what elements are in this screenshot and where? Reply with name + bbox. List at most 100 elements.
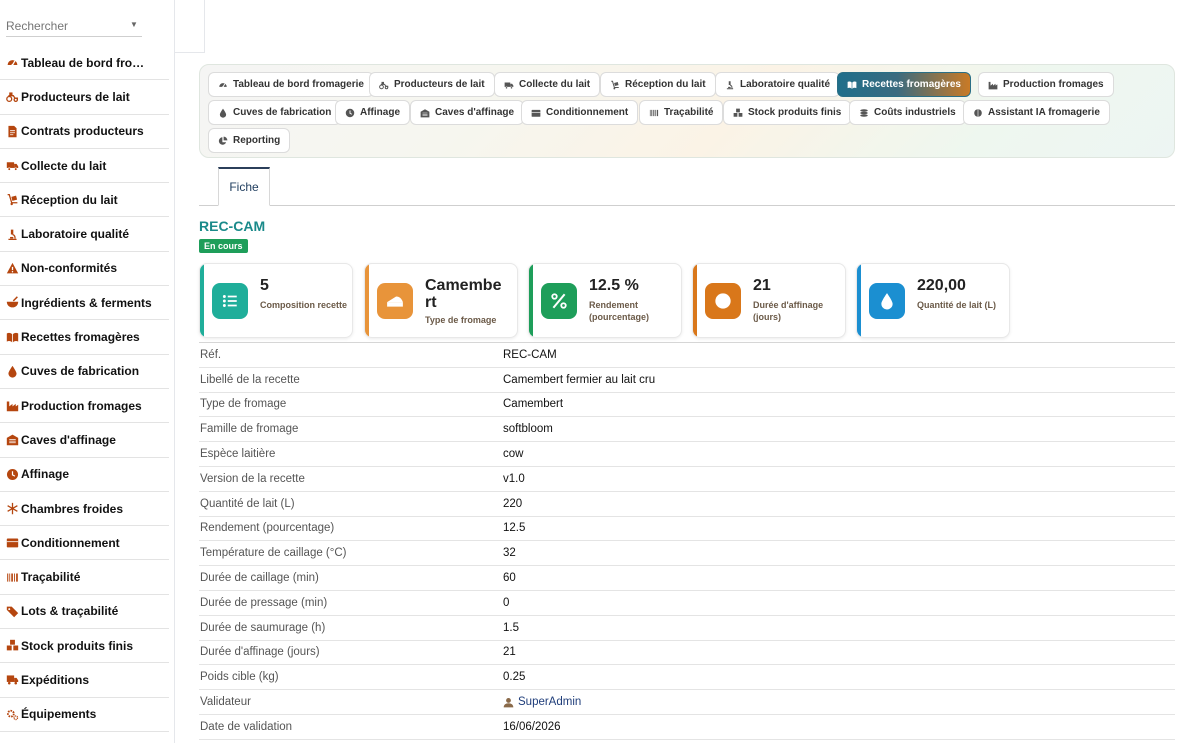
nav-pill-3[interactable]: Réception du lait (600, 72, 716, 97)
kpi-card-4: 220,00 Quantité de lait (L) (856, 263, 1010, 338)
card-icon-box (377, 283, 413, 319)
field-value-text: 1.5 (503, 621, 519, 634)
sidebar-item-2[interactable]: Contrats producteurs (0, 115, 169, 149)
barcode-icon (649, 109, 659, 116)
nav-pill-14[interactable]: Assistant IA fromagerie (963, 100, 1110, 125)
field-value-text: v1.0 (503, 472, 525, 485)
nav-pill-15[interactable]: Reporting (208, 128, 291, 153)
nav-pill-10[interactable]: Conditionnement (521, 100, 639, 125)
percent-icon (551, 293, 567, 309)
sidebar-item-label: Réception du lait (21, 192, 118, 207)
sidebar-item-10[interactable]: Production fromages (0, 389, 169, 424)
field-value: 12.5 (503, 522, 525, 534)
field-value: v1.0 (503, 473, 525, 485)
field-value-text: 60 (503, 572, 516, 585)
field-value[interactable]: SuperAdmin (503, 696, 581, 708)
card-accent-bar (365, 264, 369, 337)
nav-pill-0[interactable]: Tableau de bord fromagerie (208, 72, 374, 97)
nav-pill-label: Production fromages (1003, 79, 1104, 90)
field-label: Rendement (pourcentage) (200, 522, 335, 535)
nav-pill-12[interactable]: Stock produits finis (723, 100, 852, 125)
tags-icon (6, 606, 19, 618)
kpi-card-3: 21 Durée d'affinage (jours) (692, 263, 846, 338)
sidebar-item-label: Non-conformités (21, 261, 117, 276)
drop-icon (881, 293, 893, 310)
nav-pill-1[interactable]: Producteurs de lait (369, 72, 495, 97)
cheese-icon (387, 296, 403, 307)
sidebar-item-13[interactable]: Chambres froides (0, 492, 169, 527)
card-accent-bar (857, 264, 861, 337)
field-label: Date de validation (200, 720, 293, 733)
nav-pill-5[interactable]: Recettes fromagères (837, 72, 971, 97)
clock-icon (345, 108, 355, 117)
card-value: 21 (753, 277, 771, 294)
sidebar-item-3[interactable]: Collecte du lait (0, 149, 169, 184)
sidebar-item-label: Collecte du lait (21, 158, 107, 173)
card-value: Camembert (425, 277, 502, 311)
sidebar-item-label: Production fromages (21, 398, 142, 413)
kpi-card-1: Camembert Type de fromage (364, 263, 518, 338)
user-icon (503, 697, 514, 707)
nav-pill-9[interactable]: Caves d'affinage (410, 100, 525, 125)
card-icon-box (869, 283, 905, 319)
sidebar-item-label: Caves d'affinage (21, 432, 116, 447)
sidebar-item-18[interactable]: Expéditions (0, 663, 169, 698)
sidebar-item-label: Chambres froides (21, 501, 124, 516)
nav-pill-label: Recettes fromagères (862, 79, 961, 90)
field-label: Famille de fromage (200, 423, 299, 436)
nav-pill-label: Traçabilité (664, 107, 714, 118)
field-value: 21 (503, 646, 516, 658)
sidebar-item-1[interactable]: Producteurs de lait (0, 80, 169, 115)
record-fields-table: Réf. REC-CAM Libellé de la recette Camember… (199, 342, 1175, 740)
drop-icon (8, 365, 17, 378)
sidebar-item-0[interactable]: Tableau de bord fro… (0, 46, 169, 81)
sidebar-item-12[interactable]: Affinage (0, 458, 169, 492)
tab-fiche[interactable]: Fiche (218, 167, 270, 206)
field-label: Libellé de la recette (200, 373, 300, 386)
nav-pill-label: Caves d'affinage (435, 107, 515, 118)
sidebar-item-15[interactable]: Traçabilité (0, 560, 169, 595)
sidebar: ▼ Tableau de bord fro… Producteurs de lai… (0, 0, 175, 743)
sidebar-item-11[interactable]: Caves d'affinage (0, 423, 169, 458)
search-input[interactable] (6, 15, 142, 37)
nav-pill-7[interactable]: Cuves de fabrication (208, 100, 342, 125)
field-value-text: 0.25 (503, 671, 526, 684)
field-row: Rendement (pourcentage) 12.5 (199, 517, 1175, 542)
dropdown-caret-icon[interactable]: ▼ (130, 20, 138, 29)
sidebar-item-14[interactable]: Conditionnement (0, 526, 169, 561)
card-label: Composition recette (260, 300, 348, 310)
sidebar-item-4[interactable]: Réception du lait (0, 183, 169, 218)
field-row: Poids cible (kg) 0.25 (199, 665, 1175, 691)
field-row: Famille de fromage softbloom (199, 417, 1175, 443)
field-row: Validateur SuperAdmin (199, 690, 1175, 715)
nav-pill-4[interactable]: Laboratoire qualité (715, 72, 841, 97)
nav-pill-label: Producteurs de lait (394, 79, 485, 90)
sidebar-item-label: Laboratoire qualité (21, 227, 130, 242)
sidebar-item-7[interactable]: Ingrédients & ferments (0, 286, 169, 321)
sidebar-item-9[interactable]: Cuves de fabrication (0, 355, 169, 389)
nav-pill-11[interactable]: Traçabilité (639, 100, 724, 125)
card-label: Quantité de lait (L) (917, 300, 997, 310)
sidebar-item-6[interactable]: Non-conformités (0, 252, 169, 287)
nav-pill-label: Cuves de fabrication (233, 107, 332, 118)
field-row: Quantité de lait (L) 220 (199, 492, 1175, 517)
sidebar-item-5[interactable]: Laboratoire qualité (0, 217, 169, 252)
barcode-icon (7, 573, 18, 582)
nav-pill-6[interactable]: Production fromages (978, 72, 1114, 97)
nav-pill-2[interactable]: Collecte du lait (494, 72, 601, 97)
sidebar-item-19[interactable]: Équipements (0, 698, 169, 732)
mortar-icon (6, 296, 19, 308)
nav-pill-13[interactable]: Coûts industriels (849, 100, 966, 125)
field-row: Durée de pressage (min) 0 (199, 591, 1175, 616)
field-label: Durée de caillage (min) (200, 572, 319, 585)
sidebar-item-8[interactable]: Recettes fromagères (0, 320, 169, 355)
sidebar-item-17[interactable]: Stock produits finis (0, 629, 169, 664)
sidebar-item-label: Expéditions (21, 672, 90, 687)
field-value: 220 (503, 498, 522, 510)
field-label: Espèce laitière (200, 448, 276, 461)
field-row: Date de validation 16/06/2026 (199, 715, 1175, 740)
kpi-card-0: 5 Composition recette (199, 263, 353, 338)
sidebar-item-16[interactable]: Lots & traçabilité (0, 595, 169, 630)
nav-pill-8[interactable]: Affinage (335, 100, 410, 125)
field-label: Type de fromage (200, 398, 287, 411)
